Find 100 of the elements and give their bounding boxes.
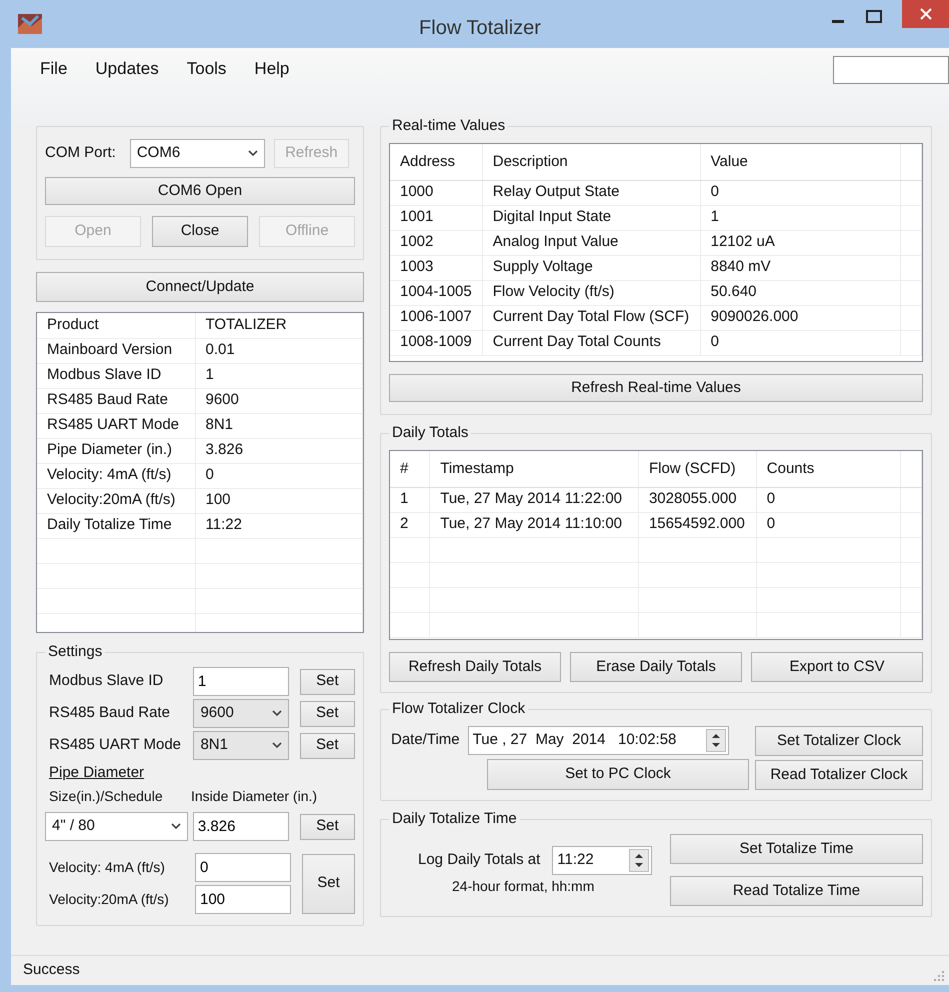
input-field[interactable]: 1: [192, 667, 289, 696]
table-cell: 1003: [390, 255, 482, 280]
table-cell: RS485 Baud Rate: [37, 388, 195, 413]
set-button[interactable]: Set: [300, 732, 355, 758]
set-pc-clock-button[interactable]: Set to PC Clock: [487, 759, 749, 790]
table-cell: 9600: [195, 388, 362, 413]
table-cell: 11:22: [195, 513, 362, 538]
table-cell: Current Day Total Counts: [482, 330, 700, 355]
table-cell: Analog Input Value: [482, 230, 700, 255]
table-cell: Tue, 27 May 2014 11:10:00: [430, 512, 638, 537]
table-cell: 0: [756, 512, 900, 537]
date-time-field[interactable]: Tue , 27 May 2014 10:02:58: [468, 726, 729, 755]
column-header: Flow (SCFD): [638, 451, 756, 487]
field-label: Inside Diameter (in.): [191, 787, 318, 806]
table-cell: 1006-1007: [390, 305, 482, 330]
clock-button[interactable]: Set Totalizer Clock: [755, 726, 923, 756]
port-dropdown[interactable]: COM6: [130, 139, 265, 168]
table-cell: 0.01: [195, 338, 362, 363]
caret-icon: [170, 823, 181, 830]
table-cell: 0: [756, 487, 900, 512]
table-cell: Velocity:20mA (ft/s): [37, 488, 195, 513]
clock-button[interactable]: Read Totalizer Clock: [755, 760, 923, 790]
column-header: Timestamp: [430, 451, 638, 487]
table-cell: 1: [700, 205, 900, 230]
field-label: COM Port:: [45, 143, 116, 164]
table-cell: Modbus Slave ID: [37, 363, 195, 388]
field-label: Size(in.)/Schedule: [49, 787, 164, 806]
table-cell: 9090026.000: [700, 305, 900, 330]
group-title: Settings: [45, 643, 106, 661]
set-button[interactable]: Set: [300, 668, 355, 694]
dropdown-value: 9600: [200, 703, 234, 724]
app-icon: [18, 14, 42, 34]
menu-item[interactable]: Help: [240, 56, 304, 82]
search-field[interactable]: [833, 56, 949, 84]
table-cell: 100: [195, 488, 362, 513]
table-cell: TOTALIZER: [195, 313, 362, 338]
table-cell: RS485 UART Mode: [37, 413, 195, 438]
table-cell: 0: [195, 463, 362, 488]
totalize-time-button[interactable]: Read Totalize Time: [670, 876, 923, 906]
menu-item[interactable]: Updates: [81, 56, 173, 82]
table-cell: Mainboard Version: [37, 338, 195, 363]
dropdown-value: 4" / 80: [52, 816, 95, 836]
table-cell: 3.826: [195, 438, 362, 463]
column-header: Address: [390, 144, 482, 180]
table-cell: 1008-1009: [390, 330, 482, 355]
input-field[interactable]: 3.826: [192, 812, 289, 841]
spinner-icon[interactable]: [629, 849, 650, 872]
minimize-icon[interactable]: [832, 20, 844, 24]
totalize-time-button[interactable]: Set Totalize Time: [670, 834, 923, 864]
section-heading: Pipe Diameter: [49, 764, 146, 782]
table-cell: 15654592.000: [638, 512, 756, 537]
column-header: #: [390, 451, 430, 487]
daily-totals-button[interactable]: Refresh Daily Totals: [389, 652, 561, 682]
menu-item[interactable]: Tools: [172, 56, 240, 82]
port-status-button[interactable]: COM6 Open: [45, 177, 355, 205]
hint-text: 24-hour format, hh:mm: [452, 877, 594, 896]
dropdown[interactable]: 8N1: [193, 731, 289, 760]
field-label: Log Daily Totals at: [418, 850, 540, 870]
table-cell: Tue, 27 May 2014 11:22:00: [430, 487, 638, 512]
close-icon: [920, 8, 932, 20]
caret-icon: [272, 710, 282, 717]
field-value: 11:22: [557, 850, 594, 870]
table-cell: Flow Velocity (ft/s): [482, 280, 700, 305]
pipe-size-dropdown[interactable]: 4" / 80: [45, 812, 188, 841]
input-field[interactable]: 0: [195, 853, 291, 882]
table-cell: 1000: [390, 180, 482, 205]
table-cell: Product: [37, 313, 195, 338]
dropdown-value: COM6: [136, 143, 180, 164]
time-field[interactable]: 11:22: [552, 846, 652, 875]
input-field[interactable]: 100: [195, 885, 291, 914]
set-button[interactable]: Set: [302, 854, 355, 914]
refresh-values-button[interactable]: Refresh Real-time Values: [389, 374, 923, 402]
close-button[interactable]: [902, 0, 949, 28]
table-cell: 3028055.000: [638, 487, 756, 512]
table-cell: 50.640: [700, 280, 900, 305]
group-title: Daily Totalize Time: [389, 810, 520, 828]
table-cell: Digital Input State: [482, 205, 700, 230]
port-button[interactable]: Close: [152, 216, 248, 247]
table-cell: Pipe Diameter (in.): [37, 438, 195, 463]
menu-item[interactable]: File: [26, 56, 82, 82]
maximize-icon[interactable]: [866, 10, 882, 23]
group-title: Daily Totals: [389, 424, 472, 442]
field-label: RS485 UART Mode: [49, 735, 182, 756]
table-cell: 1001: [390, 205, 482, 230]
table-cell: Relay Output State: [482, 180, 700, 205]
caret-icon: [248, 150, 258, 157]
dropdown[interactable]: 9600: [193, 699, 289, 728]
caret-icon: [272, 742, 282, 749]
resize-grip-icon: [933, 970, 945, 982]
daily-totals-button[interactable]: Export to CSV: [751, 652, 923, 682]
spinner-icon[interactable]: [706, 729, 726, 752]
field-label: Date/Time: [391, 730, 460, 750]
field-label: RS485 Baud Rate: [49, 703, 171, 724]
set-button[interactable]: Set: [300, 700, 355, 726]
table-cell: Supply Voltage: [482, 255, 700, 280]
connect-button[interactable]: Connect/Update: [36, 272, 364, 302]
table-cell: 8N1: [195, 413, 362, 438]
table-cell: 12102 uA: [700, 230, 900, 255]
set-button[interactable]: Set: [300, 814, 355, 840]
daily-totals-button[interactable]: Erase Daily Totals: [570, 652, 742, 682]
